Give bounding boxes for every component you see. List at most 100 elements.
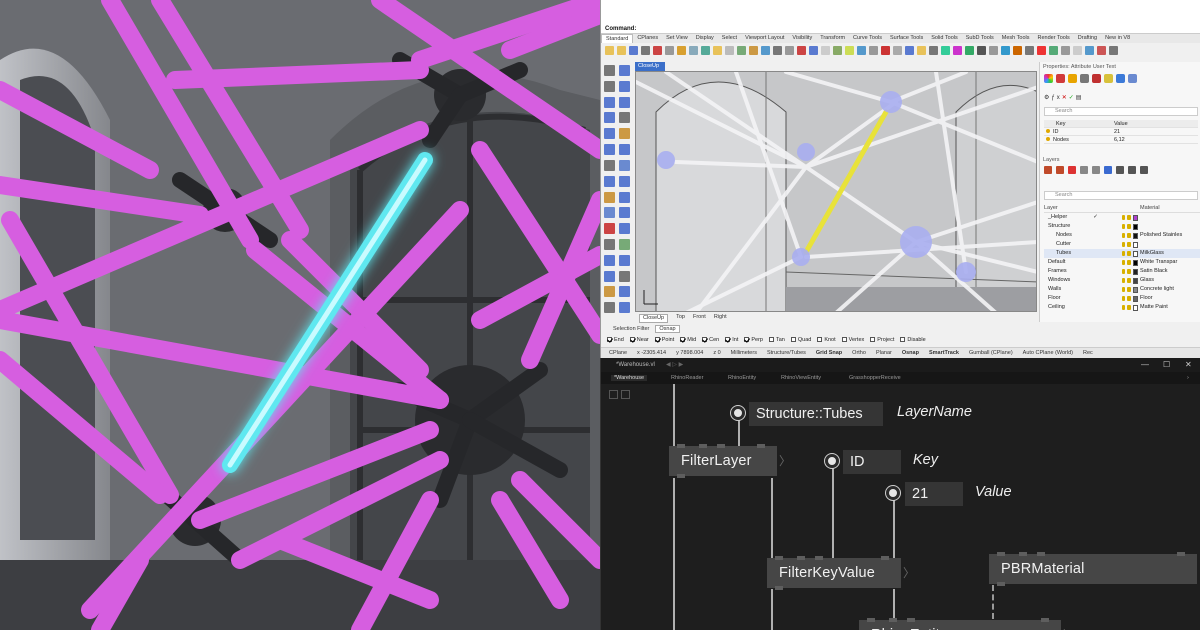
osnap-tan[interactable]: Tan [768,337,785,343]
toolbar-tab-standard[interactable]: Standard [601,34,634,43]
tab-rhinoentity[interactable]: RhinoEntity [728,375,756,381]
side-tool-icon[interactable] [604,96,615,108]
user-text-icon[interactable] [1116,74,1125,83]
toolbar-tool-icon[interactable] [989,45,998,55]
pbrmaterial-node[interactable]: PBRMaterial [989,552,1197,586]
tab-warehouse[interactable]: *Warehouse [611,375,648,381]
osnap-checkbox[interactable] [725,337,731,343]
side-tool-icon[interactable] [604,80,615,92]
node-pin[interactable] [881,556,889,560]
node-pin[interactable] [757,444,765,448]
layer-color-swatch[interactable] [1132,259,1138,266]
light-bulb-icon[interactable] [1122,304,1126,310]
layer-name[interactable]: Frames [1044,267,1122,276]
command-line[interactable] [601,24,1200,34]
user-text-key[interactable]: Nodes [1044,136,1114,143]
layer-row[interactable]: _Helper ✓ [1044,213,1200,222]
toolbar-tool-icon[interactable] [773,45,782,55]
toolbar-tab-render-tools[interactable]: Render Tools [1033,34,1073,43]
node-pin[interactable] [797,556,805,560]
side-tool-icon[interactable] [619,286,630,298]
toolbar-tool-icon[interactable] [905,45,914,55]
toolbar-tab-cplanes[interactable]: CPlanes [633,34,662,43]
osnap-checkbox[interactable] [870,337,876,343]
toolbar-tool-icon[interactable] [1073,45,1082,55]
key-iobox[interactable]: ID [843,450,901,474]
minimize-icon[interactable]: — [1141,360,1149,369]
side-tool-icon[interactable] [619,159,630,171]
lock-icon[interactable] [1127,241,1131,247]
light-bulb-icon[interactable] [1122,259,1126,265]
light-bulb-icon[interactable] [1122,277,1126,283]
layer-name[interactable]: Tubes [1044,249,1122,258]
side-tool-icon[interactable] [604,175,615,187]
side-tool-icon[interactable] [619,302,630,314]
toolbar-tool-icon[interactable] [845,45,854,55]
layer-name[interactable]: Default [1044,258,1122,267]
osnap-near[interactable]: Near [629,337,649,343]
filterlayer-expand-icon[interactable]: 〉 [779,452,791,469]
viewport-tab-front[interactable]: Front [693,314,706,323]
material-icon[interactable] [1044,74,1053,83]
toolbar-tool-icon[interactable] [797,45,806,55]
toolbar-tool-icon[interactable] [833,45,842,55]
node-pin[interactable] [1019,552,1027,556]
toolbar-tab-set-view[interactable]: Set View [662,34,692,43]
toolbar-tab-transform[interactable]: Transform [816,34,849,43]
check-icon[interactable]: ✓ [1069,95,1076,101]
toolbar-tool-icon[interactable] [1037,45,1046,55]
side-tool-icon[interactable] [604,238,615,250]
layer-name[interactable]: _Helper ✓ [1044,213,1122,222]
status-smarttrack[interactable]: SmartTrack [929,350,959,356]
value-iobox[interactable]: 21 [905,482,963,506]
toolbar-tab-curve-tools[interactable]: Curve Tools [849,34,886,43]
toolbar-tool-icon[interactable] [653,45,662,55]
toolbar-tool-icon[interactable] [665,45,674,55]
osnap-checkbox[interactable] [900,337,906,343]
lock-icon[interactable] [1127,223,1131,229]
light-bulb-icon[interactable] [1122,223,1126,229]
close-icon[interactable]: ✕ [1185,360,1192,369]
osnap-int[interactable]: Int [725,337,738,343]
toolbar-tab-subd-tools[interactable]: SubD Tools [962,34,998,43]
toolbar-tab-new-in-v8[interactable]: New in V8 [1101,34,1134,43]
side-tool-icon[interactable] [619,65,630,76]
lock-icon[interactable] [1127,304,1131,310]
side-tool-icon[interactable] [619,80,630,92]
key-pin-knob[interactable] [825,454,839,468]
delete-icon[interactable]: ✕ [1062,95,1069,101]
toolbar-tool-icon[interactable] [641,45,650,55]
layer-color-swatch[interactable] [1132,286,1138,293]
toolbar-tool-icon[interactable] [1097,45,1106,55]
osnap-cen[interactable]: Cen [702,337,719,343]
light-icon[interactable] [1068,74,1077,83]
status-osnap[interactable]: Osnap [902,350,919,356]
tab-rhinoviewentity[interactable]: RhinoViewEntity [781,375,821,381]
layer-row[interactable]: Default White Transpar [1044,258,1200,267]
status-auto-cplane[interactable]: Auto CPlane (World) [1023,350,1073,356]
side-tool-icon[interactable] [619,254,630,266]
toolbar-tool-icon[interactable] [1025,45,1034,55]
toolbar-tool-icon[interactable] [941,45,950,55]
osnap-knot[interactable]: Knot [817,337,836,343]
node-output-pin[interactable] [677,474,685,478]
osnap-point[interactable]: Point [654,337,674,343]
toolbar-tool-icon[interactable] [749,45,758,55]
layer-color-swatch[interactable] [1132,295,1138,302]
layer-name[interactable]: Ceiling [1044,303,1122,312]
light-bulb-icon[interactable] [1122,295,1126,301]
tab-rhinoreader[interactable]: RhinoReader [671,375,703,381]
viewport-tab-right[interactable]: Right [714,314,727,323]
layer-states-icon[interactable] [1128,166,1136,174]
side-tool-icon[interactable] [619,207,630,219]
toolbar-tab-mesh-tools[interactable]: Mesh Tools [998,34,1034,43]
layername-pin-knob[interactable] [731,406,745,420]
layer-color-swatch[interactable] [1132,241,1138,248]
status-planar[interactable]: Planar [876,350,892,356]
toolbar-tool-icon[interactable] [953,45,962,55]
move-down-icon[interactable] [1092,166,1100,174]
toolbar-tool-icon[interactable] [869,45,878,55]
node-pin[interactable] [867,618,875,622]
lock-icon[interactable] [1127,286,1131,292]
side-tool-icon[interactable] [604,191,615,203]
